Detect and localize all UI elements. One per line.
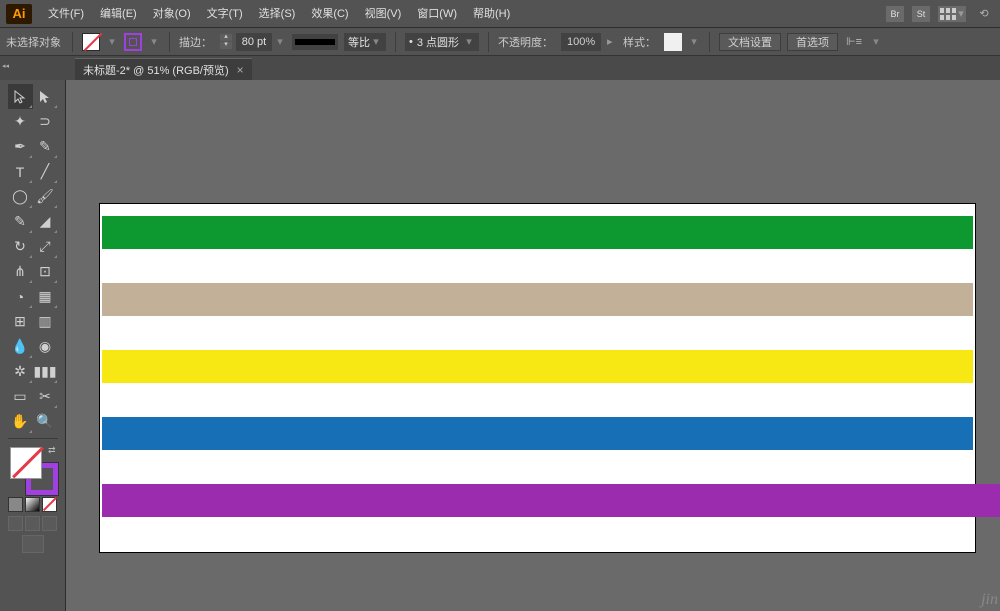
slice-tool[interactable]: ✂: [33, 384, 58, 409]
graph-tool[interactable]: ▮▮▮: [33, 359, 58, 384]
lasso-tool[interactable]: ⊃: [33, 109, 58, 134]
canvas-area[interactable]: jin: [66, 80, 1000, 611]
menu-type[interactable]: 文字(T): [199, 0, 251, 28]
tab-bar: 未标题-2* @ 51% (RGB/预览) ×: [0, 56, 1000, 80]
stripe-tan[interactable]: [102, 283, 973, 316]
eraser-tool[interactable]: ◢: [33, 209, 58, 234]
blend-tool[interactable]: ◉: [33, 334, 58, 359]
draw-inside[interactable]: [42, 516, 57, 531]
menu-effect[interactable]: 效果(C): [303, 0, 356, 28]
color-mode-none[interactable]: [42, 497, 57, 512]
stock-icon[interactable]: St: [912, 6, 930, 22]
stroke-swatch[interactable]: [124, 33, 142, 51]
pen-tool[interactable]: ✒: [8, 134, 33, 159]
stroke-size-dropdown-icon[interactable]: ▾: [274, 35, 286, 48]
profile-select[interactable]: 等比 ▾: [344, 33, 386, 51]
artboard: [100, 204, 975, 552]
doc-setup-button[interactable]: 文档设置: [719, 33, 781, 51]
perspective-tool[interactable]: ▦: [33, 284, 58, 309]
prefs-button[interactable]: 首选项: [787, 33, 838, 51]
menu-select[interactable]: 选择(S): [251, 0, 304, 28]
stroke-label: 描边：: [179, 34, 212, 50]
app-logo: Ai: [6, 4, 32, 24]
brush-select[interactable]: •3 点圆形▾: [405, 33, 479, 51]
artboard-tool[interactable]: ▭: [8, 384, 33, 409]
watermark: jin: [981, 591, 998, 609]
menu-bar: Ai 文件(F) 编辑(E) 对象(O) 文字(T) 选择(S) 效果(C) 视…: [0, 0, 1000, 28]
line-tool[interactable]: ╱: [33, 159, 58, 184]
color-mode-solid[interactable]: [8, 497, 23, 512]
type-tool[interactable]: T: [8, 159, 33, 184]
menu-help[interactable]: 帮助(H): [465, 0, 518, 28]
draw-normal[interactable]: [8, 516, 23, 531]
stroke-stepper[interactable]: ▴▾: [220, 32, 234, 52]
menu-file[interactable]: 文件(F): [40, 0, 92, 28]
mesh-tool[interactable]: ⊞: [8, 309, 33, 334]
screen-mode-button[interactable]: [22, 535, 44, 553]
stroke-profile[interactable]: [292, 34, 338, 50]
bridge-icon[interactable]: Br: [886, 6, 904, 22]
fill-swatch[interactable]: [82, 33, 100, 51]
menu-window[interactable]: 窗口(W): [409, 0, 465, 28]
width-tool[interactable]: ⋔: [8, 259, 33, 284]
gradient-tool[interactable]: ▥: [33, 309, 58, 334]
hand-tool[interactable]: ✋: [8, 409, 33, 434]
paintbrush-tool[interactable]: 🖌: [33, 184, 58, 209]
shape-builder-tool[interactable]: ◔: [8, 284, 33, 309]
stripe-green[interactable]: [102, 216, 973, 249]
tools-panel: ✦ ⊃ ✒ ✎ T ╱ ◯ 🖌 ✎ ◢ ↻ ⤢ ⋔ ⊡ ◔ ▦: [0, 80, 66, 611]
control-bar: 未选择对象 ▾ ▾ 描边： ▴▾ 80 pt ▾ 等比 ▾ •3 点圆形▾ 不透…: [0, 28, 1000, 56]
selection-tool[interactable]: [8, 84, 33, 109]
opacity-label: 不透明度：: [498, 34, 553, 50]
scale-tool[interactable]: ⤢: [33, 234, 58, 259]
sync-icon[interactable]: ⟲: [974, 6, 994, 22]
free-transform-tool[interactable]: ⊡: [33, 259, 58, 284]
symbol-sprayer-tool[interactable]: ✲: [8, 359, 33, 384]
stripe-blue[interactable]: [102, 417, 973, 450]
fill-box[interactable]: [10, 447, 42, 479]
stripe-purple[interactable]: [102, 484, 1000, 517]
zoom-tool[interactable]: 🔍: [33, 409, 58, 434]
pencil-tool[interactable]: ✎: [8, 209, 33, 234]
menu-view[interactable]: 视图(V): [357, 0, 410, 28]
arrange-docs-icon[interactable]: ▾: [938, 6, 966, 22]
close-tab-icon[interactable]: ×: [237, 63, 244, 77]
selection-label: 未选择对象: [6, 34, 61, 50]
rectangle-tool[interactable]: ◯: [8, 184, 33, 209]
draw-behind[interactable]: [25, 516, 40, 531]
menu-object[interactable]: 对象(O): [145, 0, 199, 28]
eyedropper-tool[interactable]: 💧: [8, 334, 33, 359]
stripe-yellow[interactable]: [102, 350, 973, 383]
opacity-input[interactable]: 100%: [561, 33, 601, 51]
align-panel-icon[interactable]: ⊩≡: [844, 33, 864, 51]
color-mode-gradient[interactable]: [25, 497, 40, 512]
swap-fill-stroke-icon[interactable]: ⇄: [48, 445, 56, 456]
fill-dropdown-icon[interactable]: ▾: [106, 35, 118, 48]
opacity-arrow-icon[interactable]: ▸: [607, 35, 617, 48]
menu-edit[interactable]: 编辑(E): [92, 0, 145, 28]
panel-handle-icon[interactable]: ◂◂: [2, 62, 9, 70]
tab-title: 未标题-2* @ 51% (RGB/预览): [83, 62, 229, 78]
workspace: ✦ ⊃ ✒ ✎ T ╱ ◯ 🖌 ✎ ◢ ↻ ⤢ ⋔ ⊡ ◔ ▦: [0, 80, 1000, 611]
direct-selection-tool[interactable]: [33, 84, 58, 109]
rotate-tool[interactable]: ↻: [8, 234, 33, 259]
fill-stroke-indicator[interactable]: ⇄: [8, 445, 58, 495]
style-swatch[interactable]: [664, 33, 682, 51]
magic-wand-tool[interactable]: ✦: [8, 109, 33, 134]
stroke-dropdown-icon[interactable]: ▾: [148, 35, 160, 48]
style-label: 样式：: [623, 34, 656, 50]
stroke-size-input[interactable]: 80 pt: [236, 33, 272, 51]
align-dropdown-icon[interactable]: ▾: [870, 35, 882, 48]
style-dropdown-icon[interactable]: ▾: [688, 35, 700, 48]
curvature-tool[interactable]: ✎: [33, 134, 58, 159]
document-tab[interactable]: 未标题-2* @ 51% (RGB/预览) ×: [75, 58, 252, 80]
